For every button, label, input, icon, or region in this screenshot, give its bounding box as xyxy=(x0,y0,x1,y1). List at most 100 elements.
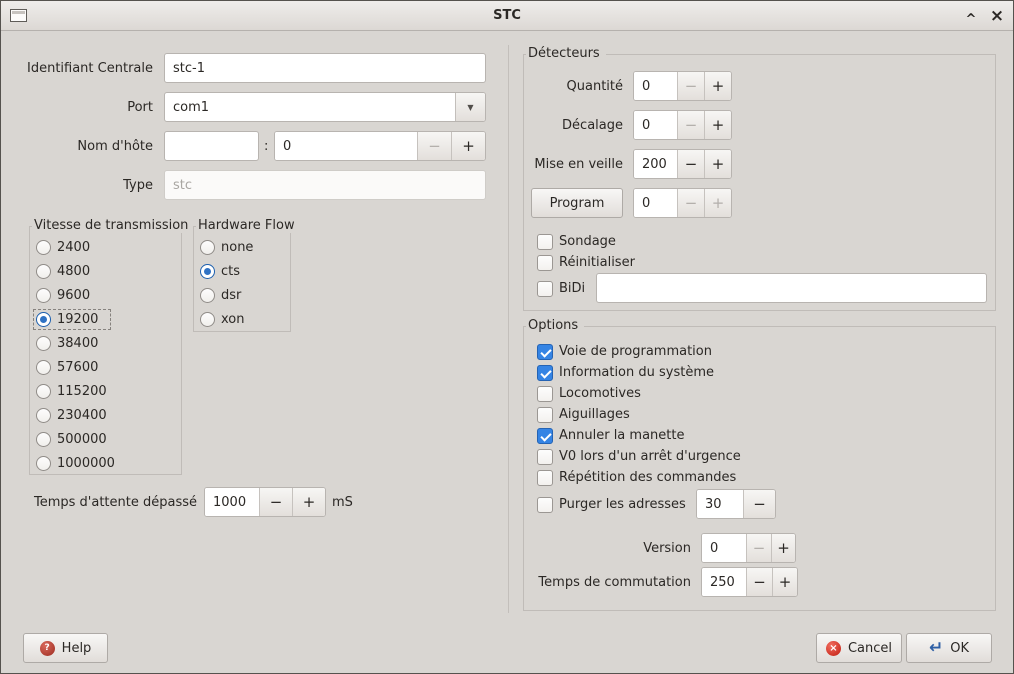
bidi-input[interactable] xyxy=(596,273,987,303)
purge-spinbox[interactable]: 30 − xyxy=(696,489,776,519)
radio-icon[interactable] xyxy=(200,240,215,255)
checkbox-checked-icon[interactable] xyxy=(537,344,553,360)
plus-icon[interactable]: + xyxy=(704,111,731,139)
checkbox-icon[interactable] xyxy=(537,386,553,402)
option-purger-adresses[interactable]: Purger les adresses xyxy=(537,496,686,513)
baud-option-115200[interactable]: 115200 xyxy=(36,379,107,403)
close-button[interactable]: × xyxy=(985,4,1009,28)
radio-checked-icon[interactable] xyxy=(200,264,215,279)
sondage-checkbox[interactable]: Sondage xyxy=(537,233,616,250)
ok-button[interactable]: ↵ OK xyxy=(906,633,992,663)
radio-icon[interactable] xyxy=(36,360,51,375)
baud-option-9600[interactable]: 9600 xyxy=(36,283,90,307)
baudrate-group-label: Vitesse de transmission xyxy=(32,218,194,233)
baud-option-2400[interactable]: 2400 xyxy=(36,235,90,259)
version-value[interactable]: 0 xyxy=(702,534,746,562)
baud-option-57600[interactable]: 57600 xyxy=(36,355,98,379)
minus-icon[interactable]: − xyxy=(677,150,704,178)
quantity-label: Quantité xyxy=(523,71,623,101)
checkbox-icon[interactable] xyxy=(537,449,553,465)
plus-icon[interactable]: + xyxy=(292,488,325,516)
minus-icon[interactable]: − xyxy=(259,488,292,516)
minus-icon[interactable]: − xyxy=(743,490,775,518)
switch-time-value[interactable]: 250 xyxy=(702,568,746,596)
minus-icon[interactable]: − xyxy=(417,132,451,160)
timeout-spinbox[interactable]: 1000 − + xyxy=(204,487,326,517)
minus-icon[interactable]: − xyxy=(677,111,704,139)
switch-time-spinbox[interactable]: 250 − + xyxy=(701,567,798,597)
option-aiguillages[interactable]: Aiguillages xyxy=(537,406,630,423)
baud-option-19200[interactable]: 19200 xyxy=(36,307,111,331)
plus-icon[interactable]: + xyxy=(704,72,731,100)
plus-icon[interactable]: + xyxy=(704,150,731,178)
quantity-spinbox[interactable]: 0 − + xyxy=(633,71,732,101)
titlebar[interactable]: STC ^ × xyxy=(1,1,1013,31)
radio-icon[interactable] xyxy=(36,240,51,255)
radio-icon[interactable] xyxy=(36,264,51,279)
radio-icon[interactable] xyxy=(36,456,51,471)
port-combobox[interactable]: com1 ▼ xyxy=(164,92,486,122)
baud-option-230400[interactable]: 230400 xyxy=(36,403,107,427)
radio-icon[interactable] xyxy=(36,384,51,399)
plus-icon[interactable]: + xyxy=(451,132,485,160)
sleep-spinbox[interactable]: 200 − + xyxy=(633,149,732,179)
baud-option-4800[interactable]: 4800 xyxy=(36,259,90,283)
program-spinbox[interactable]: 0 − + xyxy=(633,188,732,218)
plus-icon[interactable]: + xyxy=(771,534,795,562)
flow-option-xon[interactable]: xon xyxy=(200,307,245,331)
baud-option-38400[interactable]: 38400 xyxy=(36,331,98,355)
option-voie-programmation[interactable]: Voie de programmation xyxy=(537,343,712,360)
program-button[interactable]: Program xyxy=(531,188,623,218)
checkbox-icon[interactable] xyxy=(537,497,553,513)
sleep-value[interactable]: 200 xyxy=(634,150,677,178)
host-port-value[interactable]: 0 xyxy=(275,132,417,160)
shade-button[interactable]: ^ xyxy=(959,4,983,28)
program-value[interactable]: 0 xyxy=(634,189,677,217)
option-repetition-commandes[interactable]: Répétition des commandes xyxy=(537,469,736,486)
plus-icon[interactable]: + xyxy=(704,189,731,217)
radio-icon[interactable] xyxy=(36,432,51,447)
host-port-spinbox[interactable]: 0 − + xyxy=(274,131,486,161)
purge-value[interactable]: 30 xyxy=(697,490,743,518)
radio-icon[interactable] xyxy=(200,288,215,303)
minus-icon[interactable]: − xyxy=(746,534,771,562)
cancel-button[interactable]: × Cancel xyxy=(816,633,902,663)
option-annuler-manette[interactable]: Annuler la manette xyxy=(537,427,684,444)
option-information-systeme[interactable]: Information du système xyxy=(537,364,714,381)
radio-icon[interactable] xyxy=(36,408,51,423)
offset-spinbox[interactable]: 0 − + xyxy=(633,110,732,140)
radio-icon[interactable] xyxy=(36,336,51,351)
checkbox-checked-icon[interactable] xyxy=(537,428,553,444)
flow-option-cts[interactable]: cts xyxy=(200,259,240,283)
radio-icon[interactable] xyxy=(36,288,51,303)
reinitialiser-checkbox[interactable]: Réinitialiser xyxy=(537,254,635,271)
plus-icon[interactable]: + xyxy=(772,568,797,596)
version-spinbox[interactable]: 0 − + xyxy=(701,533,796,563)
bidi-checkbox[interactable]: BiDi xyxy=(537,280,585,297)
flow-option-none[interactable]: none xyxy=(200,235,253,259)
flow-option-dsr[interactable]: dsr xyxy=(200,283,241,307)
port-value[interactable]: com1 xyxy=(165,93,455,121)
baud-option-500000[interactable]: 500000 xyxy=(36,427,107,451)
offset-value[interactable]: 0 xyxy=(634,111,677,139)
checkbox-icon[interactable] xyxy=(537,234,553,250)
minus-icon[interactable]: − xyxy=(677,189,704,217)
checkbox-icon[interactable] xyxy=(537,407,553,423)
baud-option-1000000[interactable]: 1000000 xyxy=(36,451,115,475)
option-locomotives[interactable]: Locomotives xyxy=(537,385,641,402)
timeout-value[interactable]: 1000 xyxy=(205,488,259,516)
checkbox-icon[interactable] xyxy=(537,281,553,297)
radio-icon[interactable] xyxy=(200,312,215,327)
quantity-value[interactable]: 0 xyxy=(634,72,677,100)
hostname-input[interactable] xyxy=(164,131,259,161)
port-dropdown-button[interactable]: ▼ xyxy=(455,93,485,121)
checkbox-icon[interactable] xyxy=(537,255,553,271)
checkbox-checked-icon[interactable] xyxy=(537,365,553,381)
minus-icon[interactable]: − xyxy=(677,72,704,100)
checkbox-icon[interactable] xyxy=(537,470,553,486)
identifiant-input[interactable]: stc-1 xyxy=(164,53,486,83)
help-button[interactable]: ? Help xyxy=(23,633,108,663)
minus-icon[interactable]: − xyxy=(746,568,772,596)
option-v0-arret-urgence[interactable]: V0 lors d'un arrêt d'urgence xyxy=(537,448,741,465)
radio-checked-icon[interactable] xyxy=(36,312,51,327)
